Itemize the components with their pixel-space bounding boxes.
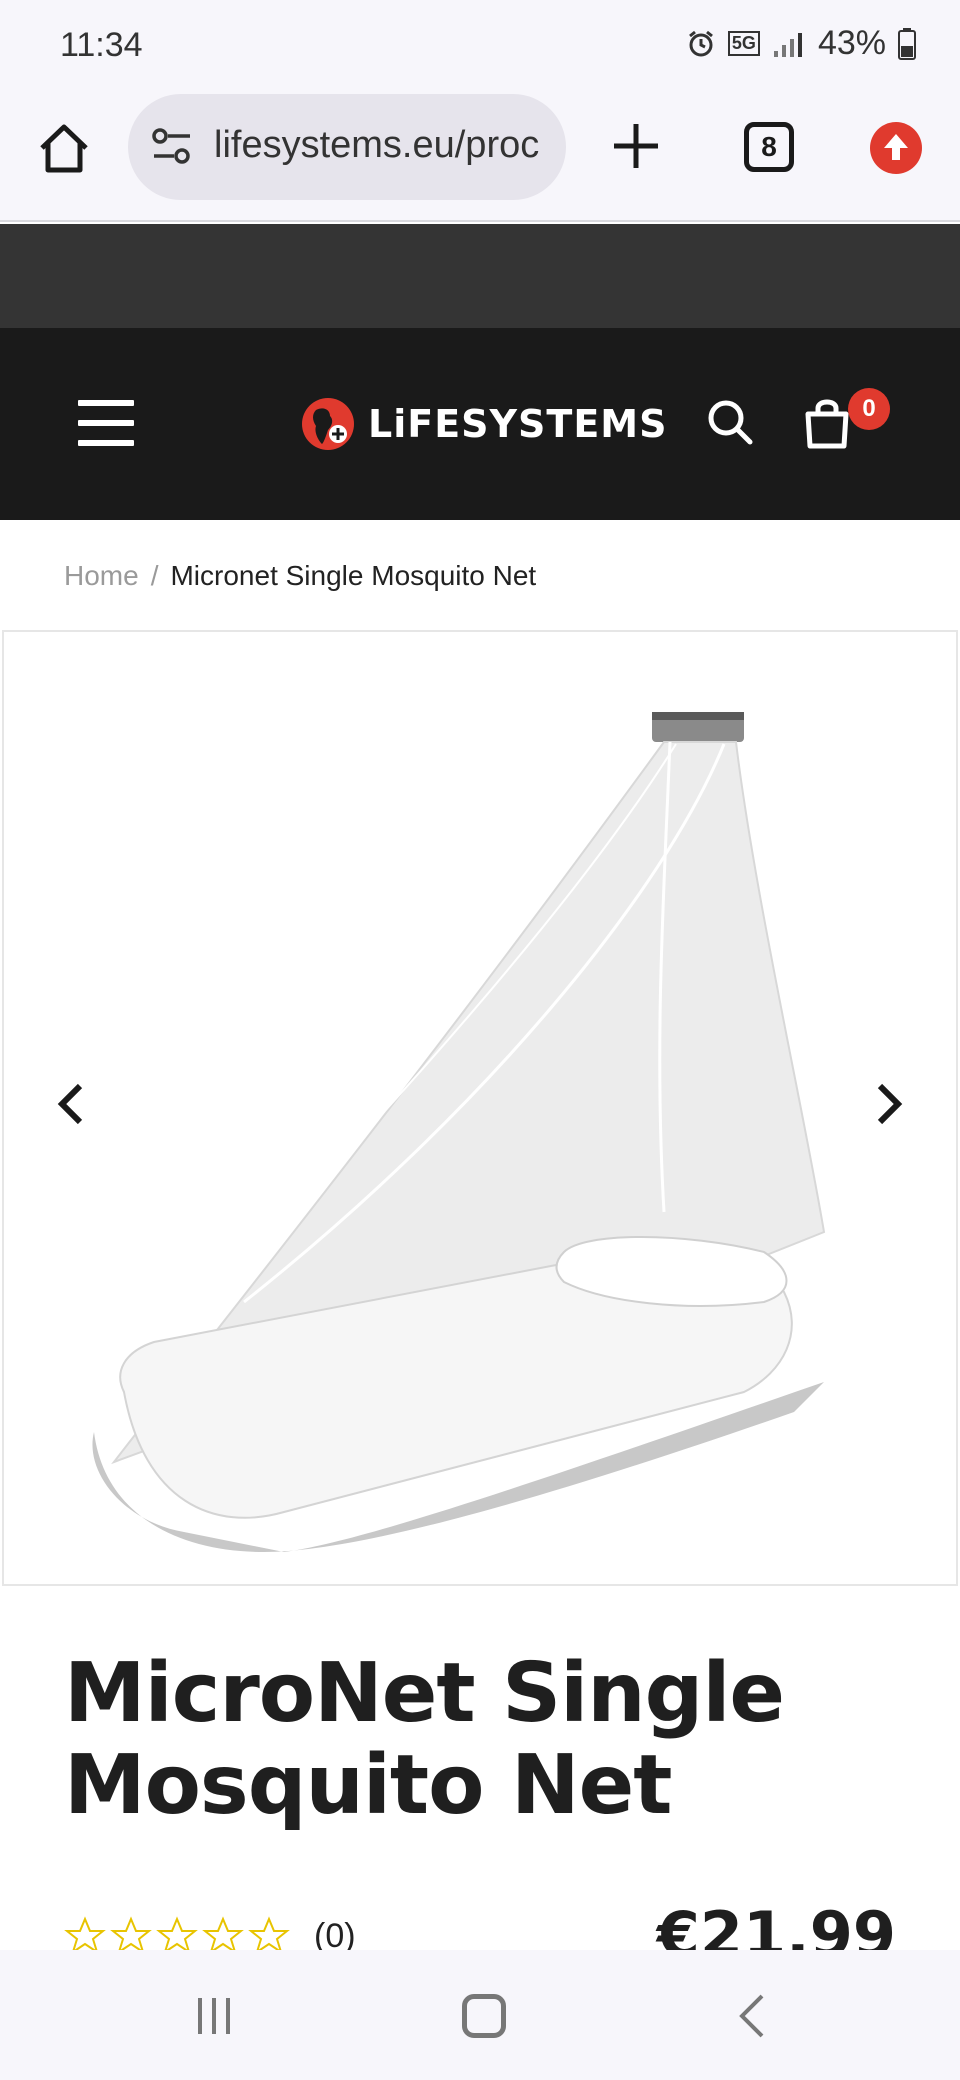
product-title: MicroNet Single Mosquito Net [64,1646,785,1833]
previous-image-chevron-icon[interactable] [52,1080,92,1128]
update-arrow-glyph [884,134,908,160]
url-text[interactable]: lifesystems.eu/proc [214,124,539,167]
alarm-icon [688,30,713,56]
site-logo[interactable]: LiFESYSTEMS [300,394,667,454]
breadcrumb-separator: / [150,560,159,591]
site-top-strip [0,224,960,328]
cart-count-badge[interactable]: 0 [848,388,890,430]
status-bar: 11:34 5G 43% [0,0,960,90]
tabs-button[interactable]: 8 [744,122,794,172]
tab-count: 8 [761,131,777,162]
recent-apps-icon[interactable] [192,1994,236,2038]
system-nav-bar [0,1950,960,2080]
update-arrow-icon[interactable] [870,122,922,174]
site-settings-icon[interactable] [150,126,194,166]
next-image-chevron-icon[interactable] [868,1080,908,1128]
home-nav-icon[interactable] [462,1994,506,2038]
status-icons: 5G 43% [686,24,916,63]
shopping-bag-icon[interactable] [802,394,852,450]
breadcrumb-home-link[interactable]: Home [64,560,139,592]
search-icon[interactable] [706,398,754,446]
network-5g-icon: 5G [727,31,760,56]
status-time: 11:34 [60,26,143,64]
hamburger-menu-icon[interactable] [78,400,134,446]
logo-text: LiFESYSTEMS [368,402,668,446]
product-image[interactable] [64,692,884,1552]
signal-icon [773,32,802,57]
home-icon[interactable] [36,120,92,176]
back-icon[interactable] [736,1992,768,2040]
breadcrumb-current: Micronet Single Mosquito Net [170,560,537,591]
battery-icon [898,27,916,60]
battery-percent: 43% [817,24,886,62]
plus-icon[interactable] [606,116,666,176]
product-image-gallery [2,630,958,1586]
breadcrumb: Home / Micronet Single Mosquito Net [64,560,536,592]
browser-toolbar: lifesystems.eu/proc 8 [0,90,960,222]
site-header: LiFESYSTEMS 0 [0,328,960,520]
logo-globe-icon [302,398,354,450]
address-bar[interactable]: lifesystems.eu/proc [128,94,566,200]
